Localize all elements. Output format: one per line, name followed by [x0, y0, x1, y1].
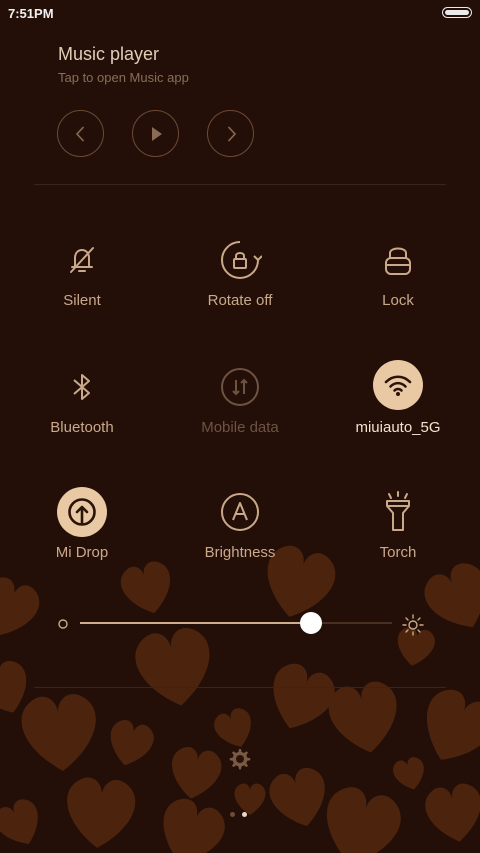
page-dot — [242, 812, 247, 817]
music-player-subtitle[interactable]: Tap to open Music app — [58, 70, 189, 85]
toggle-label: Silent — [63, 292, 101, 309]
toggle-label: miuiauto_5G — [355, 419, 441, 436]
status-bar: 7:51PM — [0, 0, 480, 28]
divider — [34, 687, 446, 688]
brightness-slider-thumb[interactable] — [299, 612, 322, 634]
toggle-label: Mobile data — [201, 419, 279, 436]
gear-icon[interactable] — [226, 745, 254, 773]
toggle-lock[interactable]: Lock — [318, 235, 478, 315]
music-player-title[interactable]: Music player — [58, 44, 159, 65]
toggle-label: Brightness — [204, 544, 276, 561]
chevron-left-icon — [75, 125, 84, 142]
toggle-torch[interactable]: Torch — [318, 487, 478, 567]
torch-icon — [386, 491, 410, 531]
toggle-label: Lock — [382, 292, 414, 309]
brightness-slider-fill — [80, 622, 311, 624]
toggle-mobile-data[interactable]: Mobile data — [160, 362, 320, 442]
brightness-low-icon — [58, 619, 68, 629]
toggle-label: Bluetooth — [50, 419, 114, 436]
bluetooth-icon — [73, 374, 90, 400]
battery-icon — [442, 7, 472, 18]
chevron-right-icon — [227, 125, 236, 142]
page-dot — [230, 812, 235, 817]
play-button[interactable] — [132, 110, 179, 157]
wifi-icon — [384, 375, 412, 396]
status-time: 7:51PM — [8, 6, 54, 21]
rotate-lock-icon — [221, 241, 262, 279]
toggle-wifi[interactable]: miuiauto_5G — [318, 360, 478, 440]
bell-off-icon — [70, 247, 94, 273]
previous-track-button[interactable] — [57, 110, 104, 157]
mi-drop-icon — [68, 498, 96, 526]
toggle-silent[interactable]: Silent — [2, 235, 162, 315]
lock-icon — [385, 247, 411, 275]
toggle-label: Torch — [379, 544, 417, 561]
toggle-rotate[interactable]: Rotate off — [160, 235, 320, 315]
play-icon — [151, 126, 162, 141]
toggle-mi-drop[interactable]: Mi Drop — [2, 487, 162, 567]
mobile-data-icon — [221, 368, 259, 406]
next-track-button[interactable] — [207, 110, 254, 157]
toggle-label: Rotate off — [207, 292, 273, 309]
brightness-slider[interactable] — [80, 622, 392, 624]
toggle-bluetooth[interactable]: Bluetooth — [2, 362, 162, 442]
toggle-brightness[interactable]: Brightness — [160, 487, 320, 567]
auto-brightness-icon — [221, 493, 259, 531]
divider — [34, 184, 446, 185]
brightness-high-icon — [402, 614, 424, 636]
toggle-label: Mi Drop — [55, 544, 109, 561]
